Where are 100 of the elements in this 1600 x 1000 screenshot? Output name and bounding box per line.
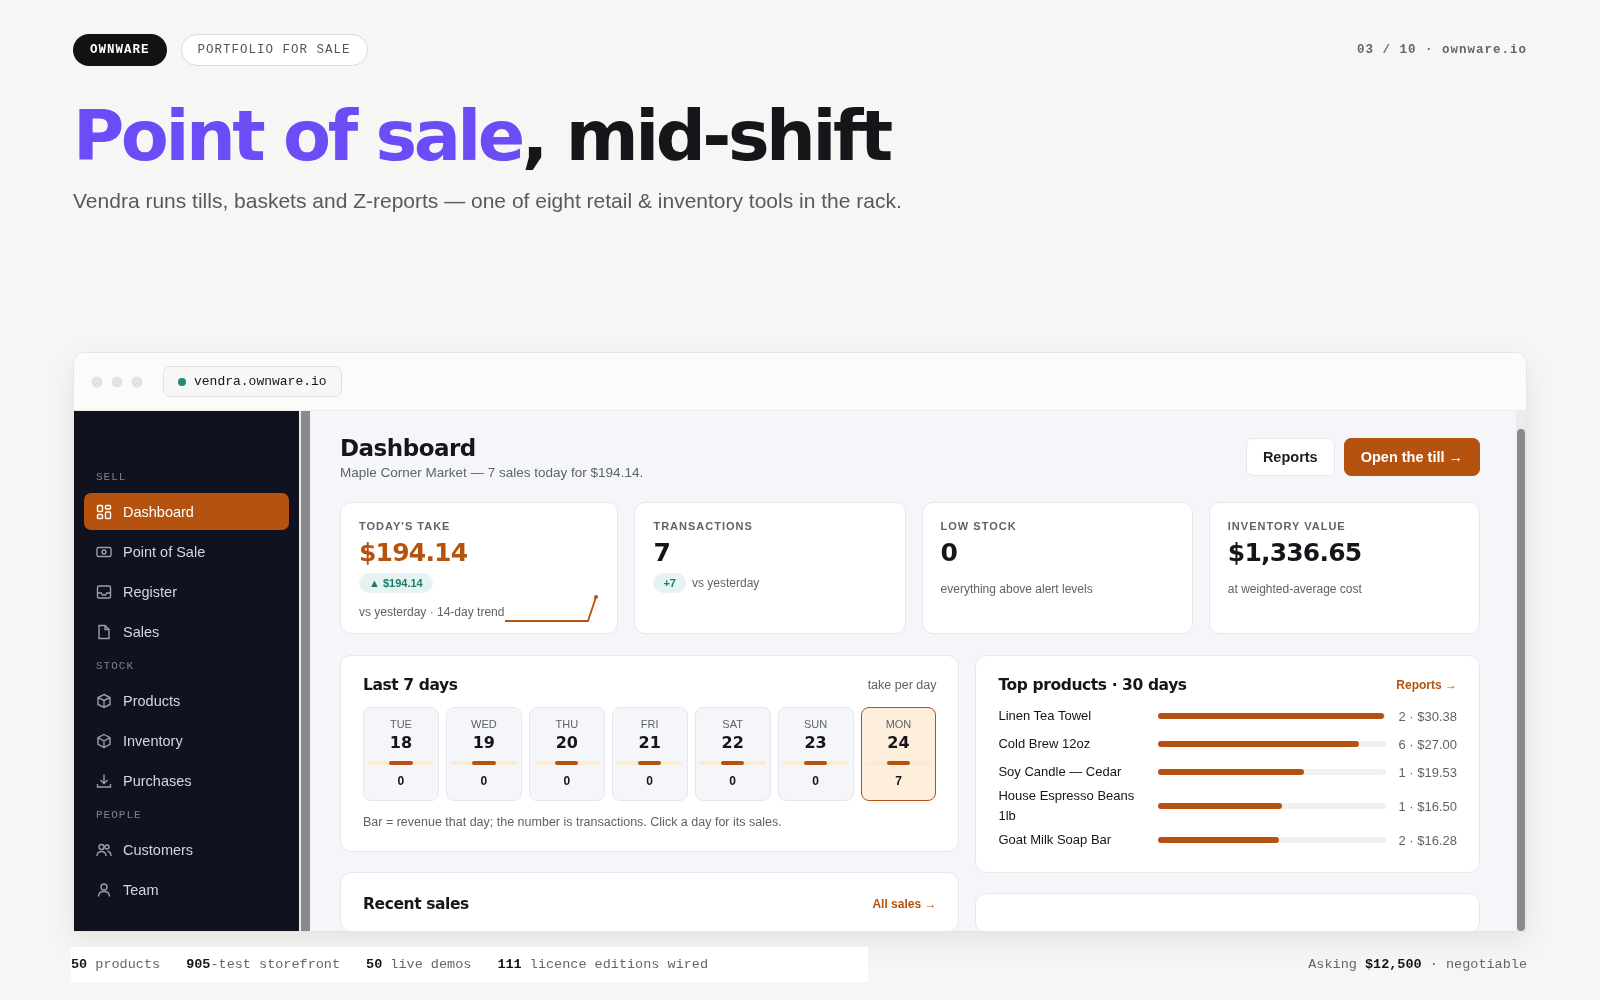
sidebar-item[interactable]: Dashboard <box>84 493 289 530</box>
asking-price: Asking $12,500 · negotiable <box>1308 957 1527 972</box>
page-title: Dashboard <box>340 435 477 461</box>
day-date: 23 <box>804 733 827 752</box>
stat-text: 50 products <box>71 957 161 972</box>
sidebar-item[interactable]: Sales <box>84 613 289 650</box>
download-icon <box>96 772 112 789</box>
card-title: Top products · 30 days <box>998 676 1187 694</box>
day-date: 21 <box>638 733 661 752</box>
sales-figure: 2 · $30.38 <box>1398 708 1457 724</box>
subtitle: Vendra runs tills, baskets and Z-reports — one of eight retail & inventory tools in the rack. <box>73 189 903 213</box>
sales-figure: 1 · $16.50 <box>1398 798 1457 814</box>
kpi-value: $1,336.65 <box>1227 538 1363 567</box>
day-tile[interactable]: FRI 21 0 <box>611 707 688 801</box>
card-title: Recent sales <box>363 895 469 913</box>
day-name: THU <box>555 718 579 730</box>
section-label: PEOPLE <box>96 809 143 821</box>
revenue-bar <box>367 761 435 765</box>
stat-text: 111 licence editions wired <box>497 957 709 972</box>
kpi-label: TRANSACTIONS <box>653 520 754 532</box>
day-name: TUE <box>389 718 412 730</box>
product-name: Soy Candle — Cedar <box>998 763 1123 781</box>
day-tile[interactable]: SAT 22 0 <box>694 707 771 801</box>
transaction-count: 7 <box>895 774 902 788</box>
change-badge: ▲ $194.14 <box>359 573 433 593</box>
url-text: vendra.ownware.io <box>194 374 327 389</box>
transaction-count: 0 <box>397 774 405 788</box>
kpi-value: $194.14 <box>359 538 469 567</box>
day-date: 22 <box>721 733 744 752</box>
document-icon <box>96 623 112 640</box>
all-sales-link[interactable]: All sales → <box>872 897 937 911</box>
page-counter: 03 / 10 · ownware.io <box>1356 43 1527 57</box>
chart-note: Bar = revenue that day; the number is transactions. Click a day for its sales. <box>363 815 783 829</box>
sidebar-item[interactable]: Products <box>84 682 289 719</box>
scrollbar[interactable] <box>1516 411 1526 931</box>
brand-badge: OWNWARE <box>73 34 167 66</box>
sidebar-item[interactable]: Customers <box>84 831 289 868</box>
section-label: SELL <box>96 471 128 483</box>
day-date: 24 <box>887 733 910 752</box>
day-name: SUN <box>803 718 828 730</box>
users-icon <box>96 841 112 858</box>
kpi-note: vs yesterday · 14-day trend <box>359 605 505 619</box>
sidebar-item[interactable]: Point of Sale <box>84 533 289 570</box>
sidebar-item[interactable]: Register <box>84 573 289 610</box>
product-name: House Espresso Beans 1lb <box>998 787 1136 825</box>
day-tile[interactable]: THU 20 0 <box>528 707 605 801</box>
box-icon <box>96 692 112 709</box>
transaction-count: 0 <box>812 774 819 788</box>
transaction-count: 0 <box>563 774 571 788</box>
kpi-label: TODAY'S TAKE <box>359 520 452 532</box>
change-badge: +7 <box>653 573 686 593</box>
status-dot-icon <box>178 377 186 386</box>
scrollbar[interactable] <box>299 411 310 931</box>
sales-figure: 1 · $19.53 <box>1398 764 1457 780</box>
url-bar[interactable]: vendra.ownware.io <box>163 366 342 397</box>
section-label: STOCK <box>96 660 135 672</box>
product-name: Cold Brew 12oz <box>998 735 1092 753</box>
day-name: MON <box>885 718 912 730</box>
day-date: 19 <box>472 733 495 752</box>
sales-figure: 2 · $16.28 <box>1398 832 1457 848</box>
stat-text: 905-test storefront <box>186 957 341 972</box>
kpi-note: at weighted-average cost <box>1227 582 1363 596</box>
reports-link[interactable]: Reports → <box>1396 678 1457 692</box>
sidebar-item[interactable]: Inventory <box>84 722 289 759</box>
card-title: Last 7 days <box>363 676 458 694</box>
revenue-bar <box>450 761 518 765</box>
revenue-bar <box>865 761 932 765</box>
cube-icon <box>96 732 112 749</box>
day-date: 18 <box>389 733 413 752</box>
kpi-value: 0 <box>940 538 959 567</box>
day-tile[interactable]: MON 24 7 <box>860 707 937 801</box>
transaction-count: 0 <box>480 774 488 788</box>
day-tile[interactable]: WED 19 0 <box>445 707 522 801</box>
day-name: SAT <box>722 718 743 730</box>
day-tile[interactable]: SUN 23 0 <box>777 707 854 801</box>
headline: Point of sale, mid-shift <box>73 98 892 175</box>
product-name: Goat Milk Soap Bar <box>998 831 1113 849</box>
product-name: Linen Tea Towel <box>998 707 1093 725</box>
sidebar-item[interactable]: Purchases <box>84 762 289 799</box>
user-icon <box>96 881 112 898</box>
revenue-bar <box>616 761 683 765</box>
day-name: FRI <box>640 718 659 730</box>
day-tile[interactable]: TUE 18 0 <box>363 707 439 801</box>
day-date: 20 <box>555 733 578 752</box>
kpi-value: 7 <box>653 538 671 567</box>
page-subtitle: Maple Corner Market — 7 sales today for $194.14. <box>340 465 644 480</box>
tray-icon <box>96 583 112 600</box>
transaction-count: 0 <box>729 774 736 788</box>
sale-tag: PORTFOLIO FOR SALE <box>180 34 368 66</box>
revenue-bar <box>533 761 601 765</box>
open-till-button[interactable]: Open the till → <box>1343 438 1480 476</box>
reports-button[interactable]: Reports <box>1245 438 1335 476</box>
revenue-bar <box>699 761 766 765</box>
kpi-note: vs yesterday <box>691 576 760 590</box>
day-name: WED <box>471 718 497 730</box>
sales-figure: 6 · $27.00 <box>1398 736 1457 752</box>
revenue-bar <box>782 761 849 765</box>
sidebar-item[interactable]: Team <box>84 871 289 908</box>
kpi-note: everything above alert levels <box>940 582 1094 596</box>
kpi-label: LOW STOCK <box>940 520 1018 532</box>
